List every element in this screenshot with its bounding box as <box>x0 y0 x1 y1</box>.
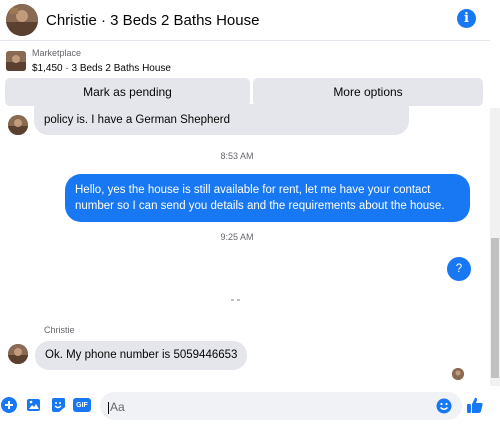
contact-avatar-small <box>8 344 28 364</box>
listing-source-label: Marketplace <box>32 48 82 58</box>
message-list[interactable]: policy is. I have a German Shepherd 8:53… <box>0 104 490 386</box>
plus-icon[interactable] <box>1 397 17 413</box>
chat-header: Christie · 3 Beds 2 Baths House <box>0 0 500 40</box>
message-composer: GIF Aa <box>0 388 500 424</box>
incoming-message: Ok. My phone number is 5059446653 <box>35 341 248 370</box>
timestamp: 9:25 AM <box>220 232 254 242</box>
sticker-icon[interactable] <box>50 397 66 413</box>
emoji-icon[interactable] <box>436 398 452 414</box>
text-caret <box>108 401 109 414</box>
marketplace-listing[interactable]: Marketplace $1,450 · 3 Beds 2 Baths Hous… <box>0 40 490 78</box>
more-options-button[interactable]: More options <box>253 78 483 106</box>
conversation-title: Christie · 3 Beds 2 Baths House <box>46 11 260 29</box>
mark-as-pending-button[interactable]: Mark as pending <box>5 78 250 106</box>
outgoing-message: Hello, yes the house is still available … <box>65 174 470 222</box>
image-icon[interactable] <box>26 397 42 413</box>
message-scrollbar[interactable] <box>490 108 500 386</box>
incoming-message: policy is. I have a German Shepherd <box>34 104 409 135</box>
sender-name: Christie <box>44 325 75 335</box>
outgoing-message: ? <box>447 257 471 281</box>
scrollbar-thumb[interactable] <box>491 238 499 378</box>
typing-indicator <box>231 299 234 301</box>
message-input-placeholder: Aa <box>110 400 125 414</box>
seen-avatar <box>452 368 464 380</box>
info-icon[interactable]: i <box>457 9 476 28</box>
contact-avatar-small <box>8 115 28 135</box>
message-input[interactable]: Aa <box>100 392 462 420</box>
typing-indicator <box>237 299 240 301</box>
gif-icon[interactable]: GIF <box>73 397 91 413</box>
listing-thumbnail <box>6 51 26 71</box>
thumbs-up-icon[interactable] <box>466 396 484 414</box>
listing-price-title: $1,450 · 3 Beds 2 Baths House <box>32 63 171 74</box>
contact-avatar[interactable] <box>6 4 38 36</box>
timestamp: 8:53 AM <box>220 151 254 161</box>
gif-label: GIF <box>73 398 91 412</box>
